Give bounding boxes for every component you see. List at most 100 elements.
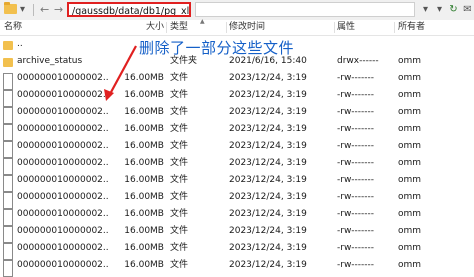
file-modified: 2023/12/24, 3:19 [229, 90, 307, 100]
file-owner: omm [398, 260, 422, 270]
file-permissions: -rw------- [337, 192, 375, 202]
file-name: 000000010000002... [17, 226, 109, 236]
sort-ascending-icon: ▲ [200, 18, 205, 25]
path-field-extension[interactable] [195, 2, 415, 17]
file-size: 16.00MB [124, 73, 164, 83]
file-permissions: -rw------- [337, 243, 375, 253]
file-name: 000000010000002... [17, 141, 109, 151]
column-header-modified[interactable]: 修改时间 [229, 20, 265, 35]
file-name: 000000010000002... [17, 260, 109, 270]
file-modified: 2023/12/24, 3:19 [229, 260, 307, 270]
file-type: 文件 [170, 175, 189, 185]
column-divider[interactable] [334, 22, 335, 33]
file-size: 16.00MB [124, 90, 164, 100]
file-size: 16.00MB [124, 141, 164, 151]
file-owner: omm [398, 124, 422, 134]
file-owner: omm [398, 158, 422, 168]
file-owner [398, 36, 458, 53]
file-row[interactable]: 000000010000002... 16.00MB 文件 2023/12/24, 3… [0, 206, 474, 226]
file-modified: 2023/12/24, 3:19 [229, 158, 307, 168]
file-modified: 2023/12/24, 3:19 [229, 226, 307, 236]
file-owner: omm [398, 226, 422, 236]
file-owner: omm [398, 209, 422, 219]
file-owner: omm [398, 90, 422, 100]
file-row[interactable]: 000000010000002... 16.00MB 文件 2023/12/24, 3… [0, 138, 474, 158]
file-type: 文件 [170, 141, 189, 151]
file-modified: 2023/12/24, 3:19 [229, 209, 307, 219]
file-size: 16.00MB [124, 158, 164, 168]
column-header-size[interactable]: 大小 [146, 20, 164, 35]
file-owner: omm [398, 73, 422, 83]
file-name: 000000010000002... [17, 158, 109, 168]
file-permissions: -rw------- [337, 260, 375, 270]
column-header-permissions[interactable]: 属性 [337, 20, 355, 35]
folder-icon[interactable] [4, 2, 17, 14]
file-row[interactable]: 000000010000002... 16.00MB 文件 2023/12/24, 3… [0, 172, 474, 192]
folder-icon [3, 58, 13, 67]
forward-arrow-icon[interactable]: → [54, 3, 63, 17]
file-size: 16.00MB [124, 107, 164, 117]
file-permissions: -rw------- [337, 209, 375, 219]
column-header-name[interactable]: 名称 [4, 20, 22, 35]
file-type: 文件 [170, 243, 189, 253]
file-name: 000000010000002... [17, 175, 109, 185]
file-size: 16.00MB [124, 124, 164, 134]
file-modified: 2023/12/24, 3:19 [229, 73, 307, 83]
back-arrow-icon[interactable]: ← [40, 3, 49, 17]
file-row[interactable]: 000000010000002... 16.00MB 文件 2023/12/24, 3… [0, 104, 474, 124]
file-type: 文件 [170, 158, 189, 168]
message-icon[interactable]: ✉ [461, 2, 474, 17]
file-row[interactable]: 000000010000002... 16.00MB 文件 2023/12/24, 3… [0, 257, 474, 277]
file-owner: omm [398, 192, 422, 202]
column-divider[interactable] [166, 22, 167, 33]
file-permissions [337, 36, 393, 53]
filter-dropdown-icon[interactable]: ▾ [433, 2, 446, 17]
file-size: 16.00MB [124, 209, 164, 219]
column-header-owner[interactable]: 所有者 [398, 20, 425, 35]
file-size: 16.00MB [124, 175, 164, 185]
file-name: 000000010000002... [17, 209, 109, 219]
file-owner: omm [398, 56, 422, 66]
column-header-type[interactable]: 类型 [170, 20, 188, 35]
file-row[interactable]: 000000010000002... 16.00MB 文件 2023/12/24, 3… [0, 70, 474, 90]
chevron-down-icon[interactable]: ▾ [20, 3, 25, 17]
file-type: 文件 [170, 209, 189, 219]
column-divider[interactable] [394, 22, 395, 33]
file-name: 000000010000002... [17, 90, 109, 100]
file-permissions: -rw------- [337, 90, 375, 100]
folder-icon [3, 41, 13, 50]
file-permissions: -rw------- [337, 226, 375, 236]
file-permissions: -rw------- [337, 124, 375, 134]
path-input[interactable]: /gaussdb/data/db1/pg_xlog [67, 2, 191, 17]
file-modified: 2023/12/24, 3:19 [229, 124, 307, 134]
file-owner: omm [398, 107, 422, 117]
file-row[interactable]: 000000010000002... 16.00MB 文件 2023/12/24, 3… [0, 189, 474, 209]
column-divider[interactable] [226, 22, 227, 33]
path-toolbar: ▾ ← → /gaussdb/data/db1/pg_xlog ▾ ▾ ↻ ✉ [0, 0, 474, 21]
file-type: 文件 [170, 124, 189, 134]
file-row[interactable]: 000000010000002... 16.00MB 文件 2023/12/24, 3… [0, 223, 474, 243]
file-type: 文件 [170, 226, 189, 236]
file-row[interactable]: 000000010000002... 16.00MB 文件 2023/12/24, 3… [0, 155, 474, 175]
file-row[interactable]: 000000010000002... 16.00MB 文件 2023/12/24, 3… [0, 240, 474, 260]
refresh-icon[interactable]: ↻ [447, 2, 460, 17]
file-row[interactable]: 000000010000002... 16.00MB 文件 2023/12/24, 3… [0, 87, 474, 107]
file-size: 16.00MB [124, 260, 164, 270]
column-header: 名称 大小 类型 修改时间 属性 所有者 [0, 20, 474, 36]
file-type: 文件 [170, 260, 189, 270]
file-owner: omm [398, 141, 422, 151]
file-row[interactable]: 000000010000002... 16.00MB 文件 2023/12/24, 3… [0, 121, 474, 141]
file-name: 000000010000002... [17, 192, 109, 202]
history-dropdown-icon[interactable]: ▾ [419, 2, 432, 17]
file-type: 文件 [170, 107, 189, 117]
file-type: 文件 [170, 90, 189, 100]
file-permissions: drwx------ [337, 56, 379, 66]
file-name: archive_status [17, 56, 83, 66]
file-name: 000000010000002... [17, 73, 109, 83]
file-permissions: -rw------- [337, 107, 375, 117]
file-permissions: -rw------- [337, 158, 375, 168]
file-name: 000000010000002... [17, 124, 109, 134]
annotation-text: 删除了一部分这些文件 [139, 39, 295, 57]
file-size: 16.00MB [124, 192, 164, 202]
file-modified: 2023/12/24, 3:19 [229, 192, 307, 202]
